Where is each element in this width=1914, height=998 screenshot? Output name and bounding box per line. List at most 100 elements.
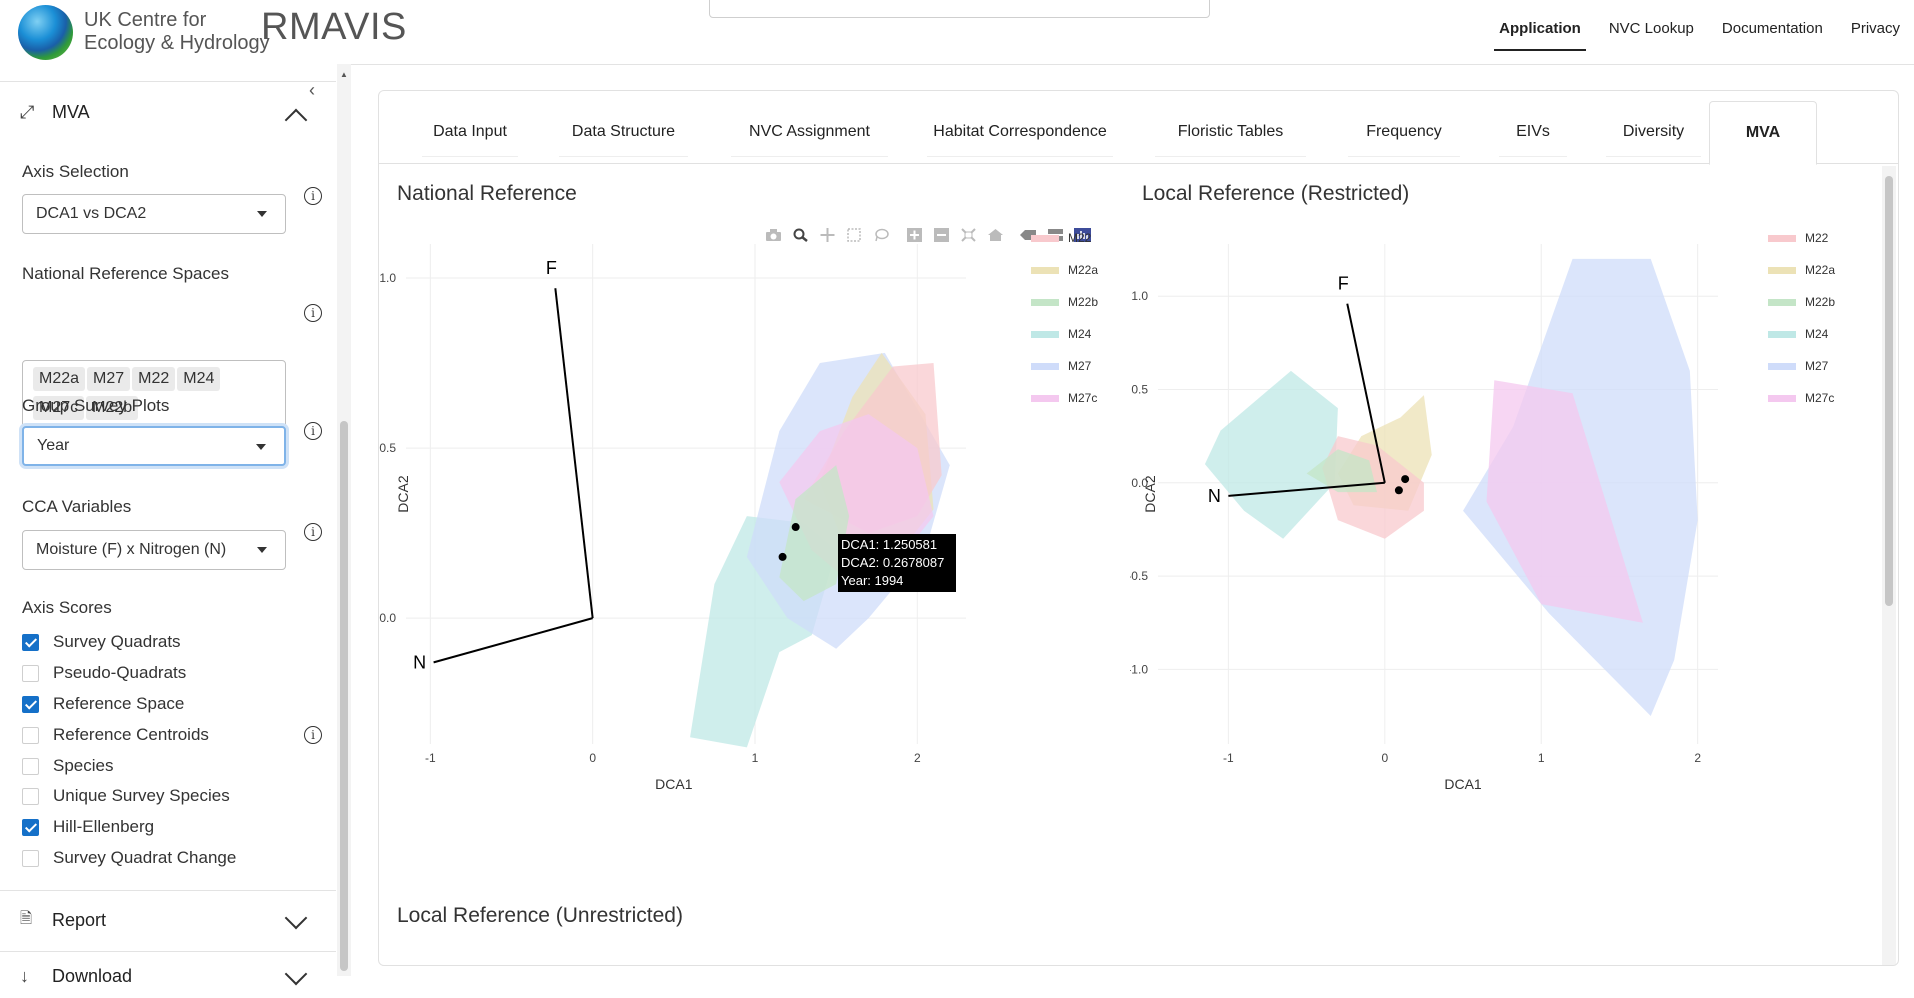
legend-item-m27c: M27c — [1068, 391, 1097, 405]
checkbox[interactable] — [22, 695, 39, 713]
tab-nvc-assignment[interactable]: NVC Assignment — [723, 101, 896, 163]
info-icon[interactable]: i — [304, 422, 322, 440]
axis-selection-select[interactable]: DCA1 vs DCA2 — [22, 194, 286, 234]
tab-eivs[interactable]: EIVs — [1491, 101, 1575, 163]
y-tick-label: 0.0 — [379, 611, 396, 625]
national-ref-label: National Reference Spaces — [22, 264, 229, 283]
legend-item-m27: M27 — [1805, 359, 1829, 373]
x-tick-label: -1 — [1223, 751, 1234, 765]
chevron-down-icon[interactable] — [284, 962, 308, 986]
national-reference-title: National Reference — [397, 182, 577, 205]
org-logo-text: UK Centre for Ecology & Hydrology — [84, 9, 270, 55]
y-tick-label: 1.0 — [1131, 289, 1148, 303]
checkbox[interactable] — [22, 787, 39, 805]
tab-floristic-tables[interactable]: Floristic Tables — [1147, 101, 1314, 163]
group-survey-select[interactable]: Year — [22, 426, 286, 466]
biplot-arrow-f — [554, 288, 594, 619]
legend-item-m22a: M22a — [1068, 263, 1098, 277]
chevron-down-icon[interactable] — [284, 906, 308, 930]
axis-score-option[interactable]: Survey Quadrats — [22, 631, 181, 653]
tooltip-dca2: DCA2: 0.2678087 — [841, 555, 945, 570]
checkbox-label: Pseudo-Quadrats — [53, 663, 187, 682]
legend-swatch-m24 — [1768, 331, 1796, 338]
axis-score-option[interactable]: Reference Space — [22, 693, 184, 715]
legend-swatch-m27c — [1031, 395, 1059, 402]
legend-item-m27: M27 — [1068, 359, 1092, 373]
chip[interactable]: M22 — [132, 367, 176, 391]
chip[interactable]: M27 — [87, 367, 131, 391]
legend-swatch-m22 — [1031, 235, 1059, 242]
scroll-up-icon[interactable]: ▲ — [340, 70, 348, 79]
y-tick-label: -0.5 — [1130, 569, 1148, 583]
mva-accordion-header[interactable]: ⤢ MVA — [0, 90, 336, 134]
axis-selection-value: DCA1 vs DCA2 — [36, 205, 147, 222]
legend-swatch-m27c — [1768, 395, 1796, 402]
info-icon[interactable]: i — [304, 523, 322, 541]
nav-privacy[interactable]: Privacy — [1837, 0, 1914, 52]
checkbox[interactable] — [22, 633, 39, 651]
report-accordion-header[interactable]: 🗎 Report — [0, 898, 336, 942]
nav-documentation[interactable]: Documentation — [1708, 0, 1837, 52]
national-reference-plot[interactable]: -10120.00.51.0FNDCA1DCA2NVCM22M22aM22bM2… — [378, 230, 1118, 890]
x-tick-label: 2 — [914, 751, 921, 765]
legend-swatch-m22b — [1031, 299, 1059, 306]
axis-score-option[interactable]: Reference Centroids — [22, 724, 209, 746]
checkbox-label: Hill-Ellenberg — [53, 817, 155, 836]
notification-box — [709, 0, 1210, 18]
info-icon[interactable]: i — [304, 187, 322, 205]
tab-frequency[interactable]: Frequency — [1340, 101, 1468, 163]
group-survey-value: Year — [37, 437, 70, 454]
info-icon[interactable]: i — [304, 304, 322, 322]
checkbox-label: Survey Quadrats — [53, 632, 181, 651]
axis-score-option[interactable]: Survey Quadrat Change — [22, 847, 236, 869]
sidebar-scrollbar[interactable]: ▲ — [337, 64, 351, 976]
x-axis-label: DCA1 — [655, 776, 693, 792]
info-icon[interactable]: i — [304, 726, 322, 744]
ukceh-logo-icon — [18, 5, 73, 60]
legend-swatch-m22a — [1031, 267, 1059, 274]
nav-application[interactable]: Application — [1485, 0, 1595, 52]
legend-swatch-m24 — [1031, 331, 1059, 338]
checkbox-label: Species — [53, 756, 114, 775]
national-ref-multiselect[interactable]: M22a M27 M22 M24 M27c M22b — [22, 360, 286, 430]
chevron-up-icon[interactable] — [284, 108, 308, 132]
tab-habitat-correspondence[interactable]: Habitat Correspondence — [919, 101, 1121, 163]
checkbox[interactable] — [22, 664, 39, 682]
axis-score-option[interactable]: Unique Survey Species — [22, 785, 230, 807]
axis-score-option[interactable]: Pseudo-Quadrats — [22, 662, 186, 684]
cca-variables-value: Moisture (F) x Nitrogen (N) — [36, 541, 227, 558]
legend-swatch-m22 — [1768, 235, 1796, 242]
axis-selection-label: Axis Selection — [22, 162, 129, 181]
tab-diversity[interactable]: Diversity — [1598, 101, 1709, 163]
axis-score-option[interactable]: Hill-Ellenberg — [22, 816, 154, 838]
tab-data-input[interactable]: Data Input — [414, 101, 526, 163]
legend-item-m24: M24 — [1068, 327, 1092, 341]
scroll-thumb[interactable] — [340, 421, 348, 971]
checkbox[interactable] — [22, 849, 39, 867]
checkbox[interactable] — [22, 757, 39, 775]
checkbox-label: Survey Quadrat Change — [53, 848, 237, 867]
axis-score-option[interactable]: Species — [22, 755, 113, 777]
x-axis-label: DCA1 — [1444, 776, 1482, 792]
pdf-file-icon: 🗎 — [20, 909, 33, 927]
download-accordion-header[interactable]: ↓ Download — [0, 954, 336, 998]
mva-accordion-label: MVA — [52, 101, 90, 122]
cca-variables-label: CCA Variables — [22, 497, 132, 516]
local-restricted-plot[interactable]: -1012-1.0-0.50.00.51.0FNDCA1DCA2NVC.Comm… — [1130, 230, 1890, 890]
download-icon: ↓ — [20, 965, 29, 986]
chip[interactable]: M22a — [33, 367, 86, 391]
checkbox[interactable] — [22, 818, 39, 836]
expand-arrows-icon: ⤢ — [20, 101, 35, 122]
legend-swatch-m27 — [1031, 363, 1059, 370]
chip[interactable]: M24 — [177, 367, 221, 391]
y-tick-label: 0.5 — [1131, 383, 1148, 397]
tab-data-structure[interactable]: Data Structure — [551, 101, 696, 163]
biplot-label: F — [546, 258, 557, 278]
checkbox[interactable] — [22, 726, 39, 744]
nav-nvc-lookup[interactable]: NVC Lookup — [1595, 0, 1708, 52]
x-tick-label: 2 — [1694, 751, 1701, 765]
y-axis-label: DCA2 — [1142, 475, 1158, 513]
caret-down-icon — [257, 211, 267, 217]
tab-mva[interactable]: MVA — [1709, 101, 1817, 165]
cca-variables-select[interactable]: Moisture (F) x Nitrogen (N) — [22, 530, 286, 570]
